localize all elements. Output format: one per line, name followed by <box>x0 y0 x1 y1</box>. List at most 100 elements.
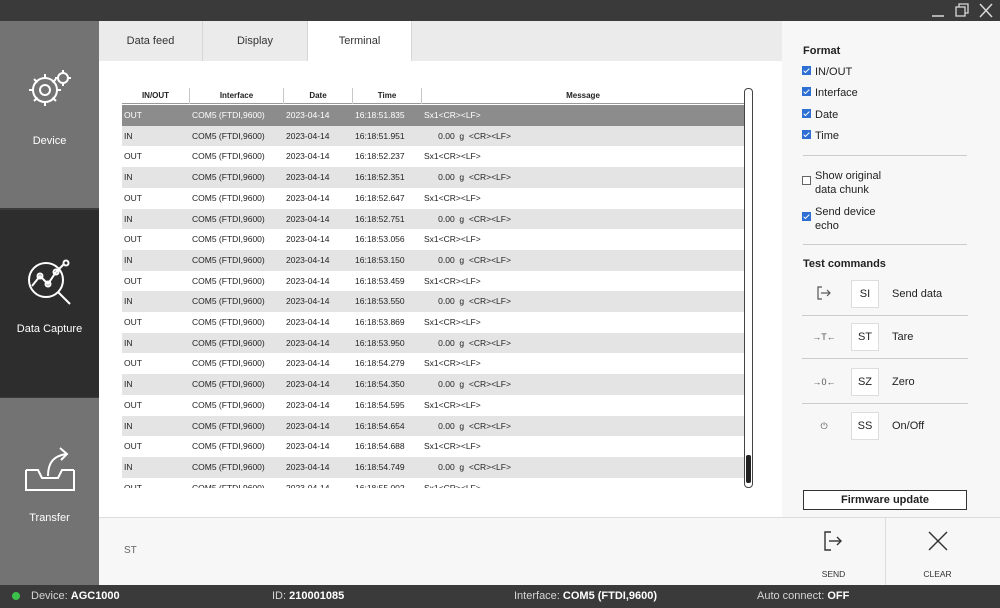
tab-terminal[interactable]: Terminal <box>308 21 412 61</box>
cell-time: 16:18:53.459 <box>355 275 405 286</box>
sidebar-item-label: Data Capture <box>16 323 83 335</box>
cell-in-out: OUT <box>124 151 142 162</box>
cell-message: Sx1<CR><LF> <box>424 317 481 327</box>
title-bar <box>0 0 1000 21</box>
test-command-label: Tare <box>892 331 914 343</box>
sidebar-item-data-capture[interactable]: Data Capture <box>0 210 99 397</box>
table-row[interactable]: OUT COM5 (FTDI,9600) 2023-04-14 16:18:54.59… <box>122 395 744 416</box>
table-row[interactable]: OUT COM5 (FTDI,9600) 2023-04-14 16:18:53.45… <box>122 271 744 292</box>
column-header-in-out[interactable]: IN/OUT <box>122 88 190 104</box>
table-row[interactable]: IN COM5 (FTDI,9600) 2023-04-14 16:18:53.550… <box>122 291 744 312</box>
checkbox-label-line: Send device <box>815 206 876 218</box>
close-icon[interactable] <box>976 1 996 20</box>
clear-button-label: CLEAR <box>923 569 952 579</box>
table-row[interactable]: OUT COM5 (FTDI,9600) 2023-04-14 16:18:55.00… <box>122 478 744 488</box>
sidebar: Device Data Capture Transfer <box>0 21 99 585</box>
checkbox[interactable] <box>802 87 811 96</box>
scrollbar-thumb[interactable] <box>746 455 751 483</box>
test-command-zero[interactable]: →0← SZ Zero <box>802 360 968 404</box>
table-row[interactable]: IN COM5 (FTDI,9600) 2023-04-14 16:18:52.351… <box>122 167 744 188</box>
command-input[interactable]: ST <box>124 545 137 556</box>
send-icon <box>824 531 842 551</box>
status-id: ID: 210001085 <box>272 585 344 608</box>
checkbox[interactable] <box>802 66 811 75</box>
restore-icon[interactable] <box>952 1 972 20</box>
sidebar-item-transfer[interactable]: Transfer <box>0 398 99 585</box>
status-auto-connect-value: OFF <box>827 590 850 602</box>
status-id-value: 210001085 <box>289 590 345 602</box>
table-row[interactable]: OUT COM5 (FTDI,9600) 2023-04-14 16:18:54.68… <box>122 436 744 457</box>
test-command-code[interactable]: SI <box>851 280 879 308</box>
cell-interface: COM5 (FTDI,9600) <box>192 151 265 162</box>
cell-in-out: IN <box>124 254 133 265</box>
sidebar-item-label: Transfer <box>29 512 70 524</box>
table-row[interactable]: IN COM5 (FTDI,9600) 2023-04-14 16:18:52.751… <box>122 208 744 230</box>
cell-date: 2023-04-14 <box>286 275 330 286</box>
test-command-tare[interactable]: →T← ST Tare <box>802 315 968 359</box>
cell-message: Sx1<CR><LF> <box>424 234 481 245</box>
cell-date: 2023-04-14 <box>286 213 330 224</box>
column-header-message[interactable]: Message <box>422 88 744 104</box>
firmware-update-button[interactable]: Firmware update <box>803 490 967 510</box>
command-input-area[interactable]: ST <box>99 517 782 585</box>
test-command-code[interactable]: ST <box>851 323 879 351</box>
test-command-send-data[interactable]: SI Send data <box>802 272 968 316</box>
test-command-label: Zero <box>892 376 915 388</box>
cell-in-out: IN <box>124 337 133 348</box>
cell-message: Sx1<CR><LF> <box>424 275 481 286</box>
tab-display[interactable]: Display <box>203 21 308 61</box>
table-row[interactable]: IN COM5 (FTDI,9600) 2023-04-14 16:18:54.749… <box>122 456 744 478</box>
cell-interface: COM5 (FTDI,9600) <box>192 296 265 307</box>
table-row[interactable]: OUT COM5 (FTDI,9600) 2023-04-14 16:18:53.86… <box>122 312 744 333</box>
sidebar-item-device[interactable]: Device <box>0 21 99 208</box>
cell-message: Sx1<CR><LF> <box>424 151 481 162</box>
table-scrollbar[interactable] <box>744 88 753 488</box>
cell-in-out: IN <box>124 130 133 141</box>
cell-time: 16:18:53.550 <box>355 296 405 307</box>
tab-bar: Data feed Display Terminal <box>99 21 782 61</box>
chart-magnifier-icon <box>28 259 71 305</box>
column-header-date[interactable]: Date <box>284 88 353 104</box>
column-header-time[interactable]: Time <box>353 88 422 104</box>
cell-in-out: OUT <box>124 275 142 286</box>
table-row[interactable]: IN COM5 (FTDI,9600) 2023-04-14 16:18:53.150… <box>122 249 744 271</box>
cell-interface: COM5 (FTDI,9600) <box>192 172 265 183</box>
cell-interface: COM5 (FTDI,9600) <box>192 130 265 141</box>
table-row[interactable]: IN COM5 (FTDI,9600) 2023-04-14 16:18:51.951… <box>122 125 744 147</box>
table-row[interactable]: OUT COM5 (FTDI,9600) 2023-04-14 16:18:52.23… <box>122 146 744 167</box>
test-command-on-off[interactable]: ⏻ SS On/Off <box>802 404 968 448</box>
cell-date: 2023-04-14 <box>286 482 330 488</box>
cell-message: 0.00 g <CR><LF> <box>424 213 511 224</box>
table-row[interactable]: IN COM5 (FTDI,9600) 2023-04-14 16:18:54.350… <box>122 374 744 395</box>
table-row[interactable]: OUT COM5 (FTDI,9600) 2023-04-14 16:18:54.27… <box>122 353 744 374</box>
cell-message: 0.00 g <CR><LF> <box>424 296 511 307</box>
checkbox[interactable] <box>802 109 811 118</box>
status-interface: Interface: COM5 (FTDI,9600) <box>514 585 657 608</box>
cell-message: 0.00 g <CR><LF> <box>424 254 511 265</box>
table-row[interactable]: IN COM5 (FTDI,9600) 2023-04-14 16:18:53.950… <box>122 332 744 354</box>
send-button[interactable]: SEND <box>782 518 885 586</box>
table-row[interactable]: IN COM5 (FTDI,9600) 2023-04-14 16:18:54.654… <box>122 415 744 437</box>
cell-date: 2023-04-14 <box>286 110 330 120</box>
test-command-code[interactable]: SS <box>851 412 879 440</box>
minimize-icon[interactable] <box>928 1 948 20</box>
checkbox[interactable] <box>802 130 811 139</box>
table-row[interactable]: OUT COM5 (FTDI,9600) 2023-04-14 16:18:53.05… <box>122 229 744 250</box>
cell-message: Sx1<CR><LF> <box>424 482 481 488</box>
column-header-interface[interactable]: Interface <box>190 88 284 104</box>
checkbox[interactable] <box>802 176 811 185</box>
checkbox[interactable] <box>802 212 811 221</box>
terminal-table: IN/OUT Interface Date Time Message OUT CO… <box>122 88 744 488</box>
cell-time: 16:18:54.279 <box>355 358 405 369</box>
status-id-label: ID: <box>272 590 287 602</box>
table-row[interactable]: OUT COM5 (FTDI,9600) 2023-04-14 16:18:51.83… <box>122 105 744 126</box>
cell-date: 2023-04-14 <box>286 130 330 141</box>
terminal-panel: IN/OUT Interface Date Time Message OUT CO… <box>99 61 782 517</box>
cell-time: 16:18:52.751 <box>355 213 405 224</box>
cell-message: Sx1<CR><LF> <box>424 399 481 410</box>
tab-data-feed[interactable]: Data feed <box>99 21 203 61</box>
gear-icon <box>29 70 71 106</box>
test-command-code[interactable]: SZ <box>851 368 879 396</box>
table-row[interactable]: OUT COM5 (FTDI,9600) 2023-04-14 16:18:52.64… <box>122 188 744 209</box>
clear-button[interactable]: CLEAR <box>886 518 989 586</box>
